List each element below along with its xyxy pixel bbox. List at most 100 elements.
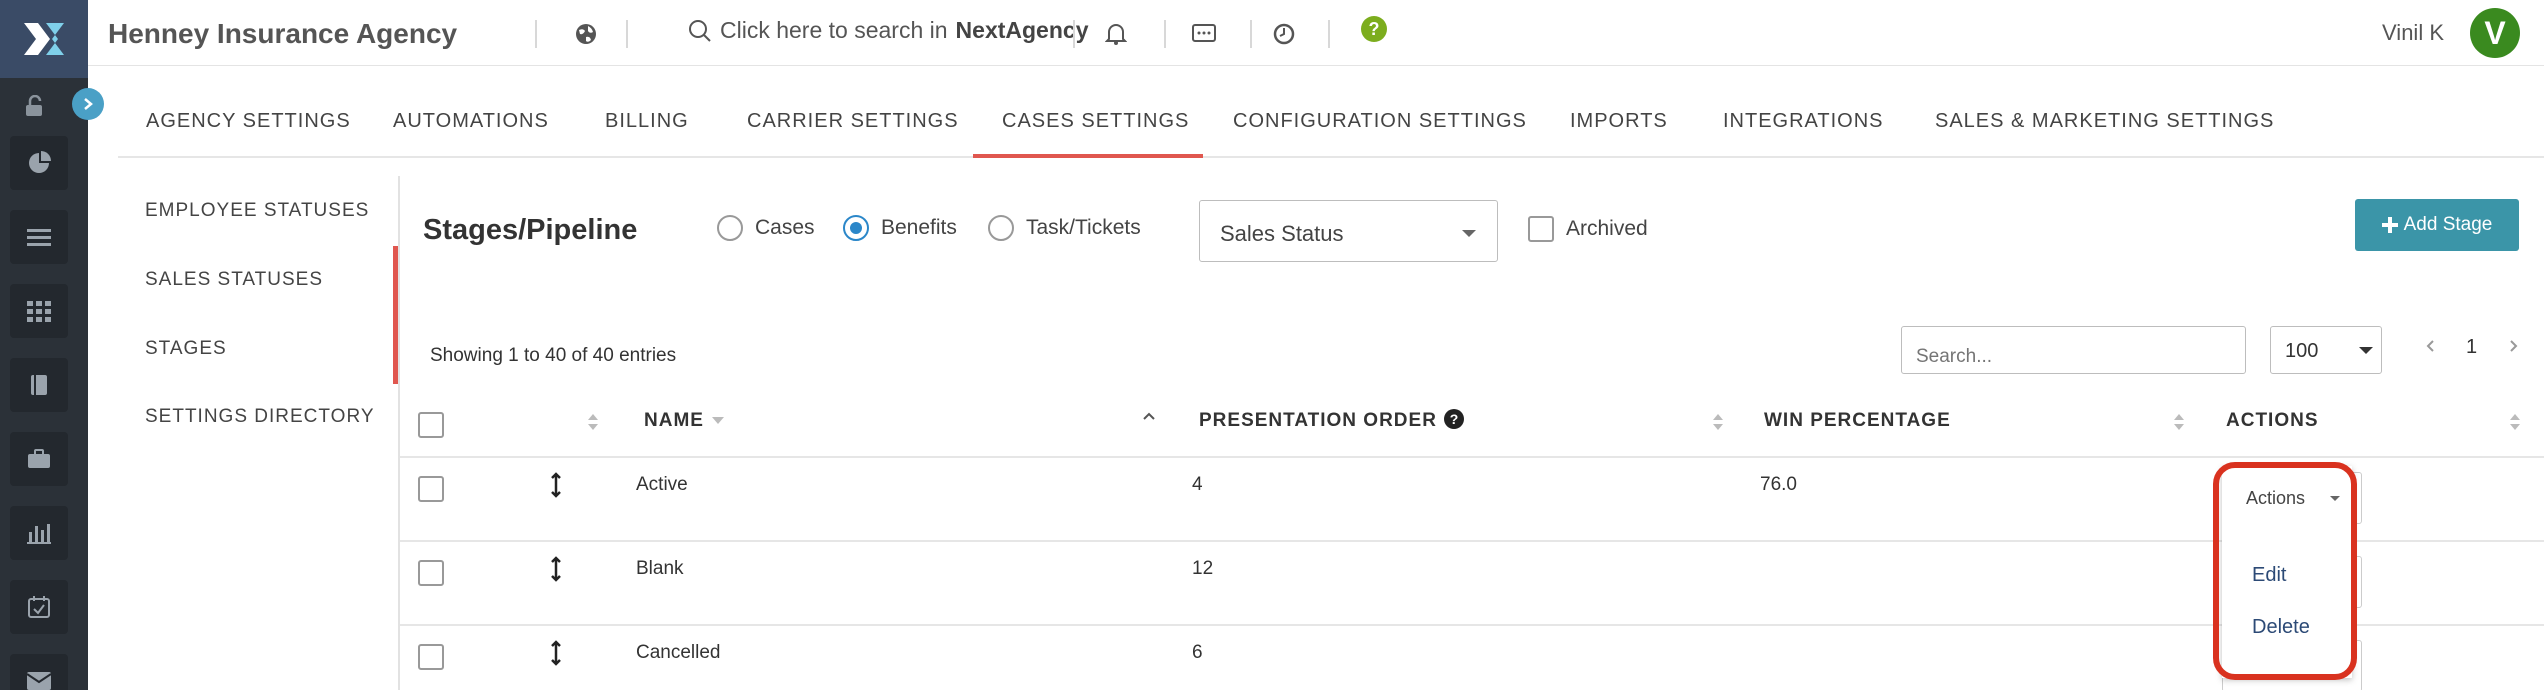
book-icon[interactable] xyxy=(10,358,68,412)
chevron-up-icon[interactable] xyxy=(1143,412,1155,420)
divider xyxy=(1250,20,1252,48)
briefcase-icon[interactable] xyxy=(10,432,68,486)
sidebar-item-stages[interactable]: STAGES xyxy=(145,338,227,360)
svg-text:?: ? xyxy=(1369,19,1380,39)
tab-automations[interactable]: AUTOMATIONS xyxy=(393,96,549,158)
bell-icon[interactable] xyxy=(1100,18,1132,50)
column-presentation-order[interactable]: PRESENTATION ORDER xyxy=(1199,410,1437,432)
chevron-down-icon xyxy=(2359,347,2373,354)
user-name[interactable]: Vinil K xyxy=(2382,20,2444,46)
help-icon[interactable]: ? xyxy=(1358,13,1390,45)
column-actions: ACTIONS xyxy=(2226,410,2319,431)
next-page-button[interactable] xyxy=(2509,336,2519,359)
tab-billing[interactable]: BILLING xyxy=(605,96,689,158)
tab-integrations[interactable]: INTEGRATIONS xyxy=(1723,96,1884,158)
radio-label: Benefits xyxy=(881,216,957,239)
sort-icon[interactable] xyxy=(1713,414,1723,434)
cell-order: 6 xyxy=(1192,642,1203,663)
divider xyxy=(626,20,628,48)
column-name[interactable]: NAME xyxy=(644,410,704,432)
tab-configuration-settings[interactable]: CONFIGURATION SETTINGS xyxy=(1233,96,1527,158)
radio-cases[interactable]: Cases xyxy=(717,215,815,241)
divider xyxy=(535,20,537,48)
sidebar-item-settings-directory[interactable]: SETTINGS DIRECTORY xyxy=(145,406,375,428)
divider xyxy=(1328,20,1330,48)
archived-label: Archived xyxy=(1566,217,1648,240)
drag-handle-icon[interactable] xyxy=(550,472,562,498)
row-checkbox[interactable] xyxy=(418,560,444,586)
cell-name: Cancelled xyxy=(636,642,721,663)
add-stage-button[interactable]: Add Stage xyxy=(2355,199,2519,251)
lock-icon[interactable] xyxy=(20,92,48,120)
prev-page-button[interactable] xyxy=(2425,336,2435,359)
page-size-value: 100 xyxy=(2285,340,2319,362)
chevron-right-icon xyxy=(2510,340,2518,352)
svg-text:?: ? xyxy=(1450,411,1459,427)
cell-order: 4 xyxy=(1192,474,1203,495)
calendar-check-icon[interactable] xyxy=(10,580,68,634)
radio-button[interactable] xyxy=(843,215,869,241)
highlight-annotation xyxy=(2213,462,2357,680)
tab-cases-settings[interactable]: CASES SETTINGS xyxy=(973,96,1203,158)
sort-icon[interactable] xyxy=(2510,414,2520,434)
list-icon[interactable] xyxy=(10,210,68,264)
bar-chart-icon[interactable] xyxy=(10,506,68,560)
page-title: Stages/Pipeline xyxy=(423,214,638,246)
cell-order: 12 xyxy=(1192,558,1214,579)
radio-button[interactable] xyxy=(988,215,1014,241)
row-checkbox[interactable] xyxy=(418,644,444,670)
sidebar-toggle-button[interactable] xyxy=(72,88,104,120)
sort-icon[interactable] xyxy=(2174,414,2184,434)
avatar[interactable]: V xyxy=(2470,8,2520,58)
tab-carrier-settings[interactable]: CARRIER SETTINGS xyxy=(747,96,959,158)
search-icon xyxy=(689,19,711,42)
tab-imports[interactable]: IMPORTS xyxy=(1570,96,1668,158)
select-all-checkbox[interactable] xyxy=(418,412,444,438)
tab-sales-marketing-settings[interactable]: SALES & MARKETING SETTINGS xyxy=(1935,96,2274,158)
divider xyxy=(1073,20,1075,48)
sidebar-item-sales-statuses[interactable]: SALES STATUSES xyxy=(145,269,323,291)
search-app-name: NextAgency xyxy=(955,17,1089,43)
settings-tabs: AGENCY SETTINGS AUTOMATIONS BILLING CARR… xyxy=(118,96,2544,158)
column-win-percentage[interactable]: WIN PERCENTAGE xyxy=(1764,410,1951,432)
page-size-select[interactable]: 100 xyxy=(2270,326,2382,374)
agency-name: Henney Insurance Agency xyxy=(108,18,458,49)
radio-label: Cases xyxy=(755,216,815,239)
globe-icon[interactable] xyxy=(570,18,602,50)
plus-icon xyxy=(2381,217,2398,233)
chevron-left-icon xyxy=(2426,340,2434,352)
radio-label: Task/Tickets xyxy=(1026,216,1141,239)
clock-icon[interactable] xyxy=(1268,18,1300,50)
add-stage-label: Add Stage xyxy=(2403,214,2493,235)
cell-name: Blank xyxy=(636,558,684,579)
radio-benefits[interactable]: Benefits xyxy=(843,215,957,241)
divider xyxy=(1164,20,1166,48)
entries-info: Showing 1 to 40 of 40 entries xyxy=(430,345,677,366)
sort-down-icon[interactable] xyxy=(712,417,724,425)
archived-checkbox[interactable] xyxy=(1528,216,1554,242)
cell-win: 76.0 xyxy=(1760,474,1797,495)
tab-agency-settings[interactable]: AGENCY SETTINGS xyxy=(146,96,351,158)
app: Henney Insurance Agency Click here to se… xyxy=(0,0,2544,690)
row-checkbox[interactable] xyxy=(418,476,444,502)
pie-chart-icon[interactable] xyxy=(10,136,68,190)
radio-task-tickets[interactable]: Task/Tickets xyxy=(988,215,1141,241)
status-select[interactable]: Sales Status xyxy=(1199,200,1498,262)
drag-handle-icon[interactable] xyxy=(550,556,562,582)
table-search-input[interactable] xyxy=(1901,326,2246,374)
radio-button[interactable] xyxy=(717,215,743,241)
drag-handle-icon[interactable] xyxy=(550,640,562,666)
status-select-value: Sales Status xyxy=(1220,221,1344,246)
help-circle-icon[interactable]: ? xyxy=(1443,408,1465,430)
global-search-trigger[interactable]: Click here to search in NextAgency xyxy=(688,17,1088,44)
chevron-right-icon xyxy=(84,98,93,110)
sidebar-item-employee-statuses[interactable]: EMPLOYEE STATUSES xyxy=(145,200,369,222)
table-header: NAME PRESENTATION ORDER ? WIN PERCENTAGE… xyxy=(400,392,2544,458)
app-logo[interactable] xyxy=(0,0,88,78)
chat-icon[interactable] xyxy=(1188,18,1220,50)
cell-name: Active xyxy=(636,474,688,495)
grid-icon[interactable] xyxy=(10,284,68,338)
mail-icon[interactable] xyxy=(10,654,68,690)
sort-icon[interactable] xyxy=(588,414,598,434)
page-number[interactable]: 1 xyxy=(2466,336,2477,359)
